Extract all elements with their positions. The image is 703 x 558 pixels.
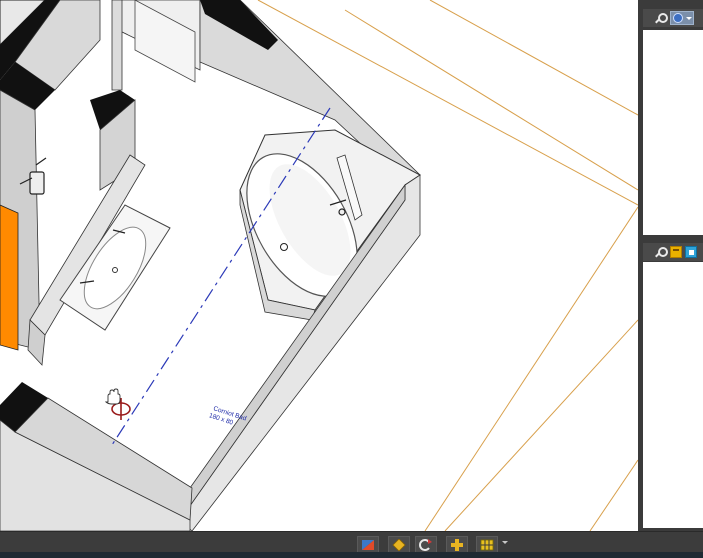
orange-panel [0,204,19,351]
save-icon[interactable] [670,246,682,258]
globe-icon [673,13,683,23]
3d-viewport[interactable]: Corniot Bad 180 x 80 [0,0,638,531]
search-icon[interactable] [654,246,668,259]
shading-icon[interactable] [357,536,379,553]
door-post [111,0,123,91]
chevron-down-icon[interactable] [502,541,508,544]
bathtub-drain [280,243,288,251]
panel-toolbar-mid [643,243,703,261]
right-side-panel [638,0,703,531]
move-icon[interactable] [446,536,468,553]
panel-toolbar-top [643,9,703,27]
bottom-toolbar [0,531,703,558]
status-strip [0,552,703,558]
panel-body-mid [643,262,703,528]
copy-icon[interactable] [685,246,697,258]
rotate-icon[interactable] [415,536,437,553]
diamond-icon[interactable] [388,536,410,553]
panel-body-top [643,30,703,235]
sink-drain [112,267,118,273]
hand-cursor-icon [104,388,121,405]
grid-icon[interactable] [476,536,498,553]
globe-dropdown-icon[interactable] [670,11,694,25]
search-icon[interactable] [654,12,668,25]
chevron-down-icon [686,16,692,20]
